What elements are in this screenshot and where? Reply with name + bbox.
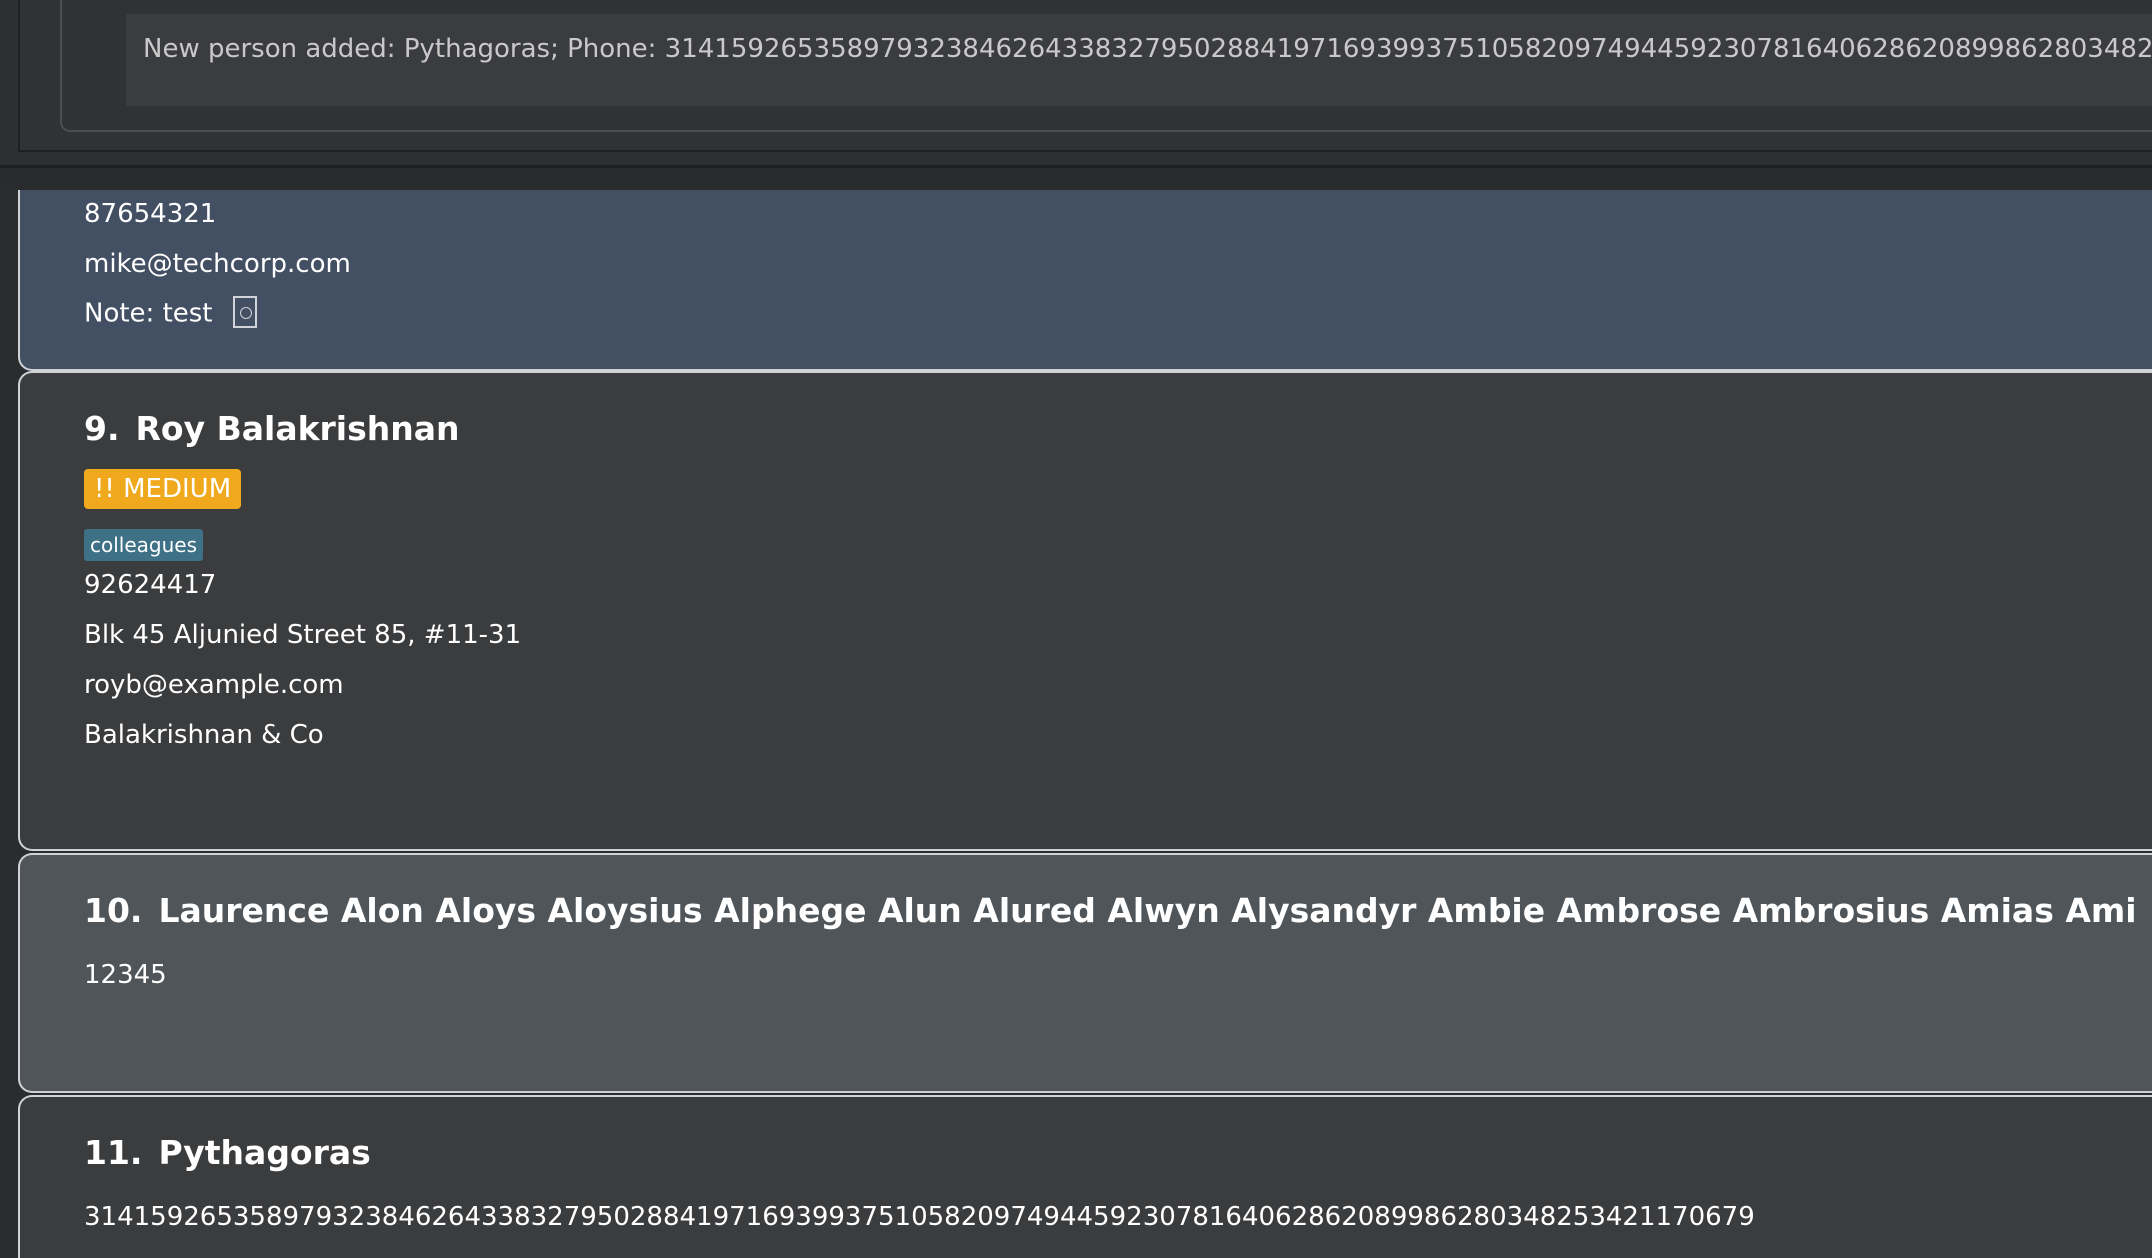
person-phone: 3141592653589793238462643383279502884197… <box>84 1202 1755 1232</box>
person-email: mike@techcorp.com <box>84 249 351 279</box>
person-phone: 92624417 <box>84 570 217 600</box>
priority-badge: !! MEDIUM <box>84 469 242 509</box>
split-divider[interactable] <box>0 168 2152 190</box>
person-name: Roy Balakrishnan <box>135 409 460 448</box>
person-list[interactable]: 87654321 mike@techcorp.com Note: test 9.… <box>0 190 2152 1258</box>
person-card-10[interactable]: 10. Laurence Alon Aloys Aloysius Alphege … <box>18 853 2152 1093</box>
tag-label: colleagues <box>84 529 204 561</box>
person-card-9[interactable]: 9. Roy Balakrishnan !! MEDIUM colleagues … <box>18 371 2152 851</box>
person-index: 11. <box>84 1133 143 1172</box>
person-phone: 87654321 <box>84 199 217 229</box>
note-icon[interactable] <box>232 296 257 328</box>
person-phone: 12345 <box>84 960 167 990</box>
person-card-8[interactable]: 87654321 mike@techcorp.com Note: test <box>18 190 2152 371</box>
result-display-frame: New person added: Pythagoras; Phone: 314… <box>60 0 2152 132</box>
result-display-container: New person added: Pythagoras; Phone: 314… <box>18 0 2152 152</box>
person-name-row: 9. Roy Balakrishnan <box>84 409 460 448</box>
person-name: Laurence Alon Aloys Aloysius Alphege Alu… <box>158 891 2134 930</box>
person-name: Pythagoras <box>158 1133 371 1172</box>
person-name-row: 11. Pythagoras <box>84 1133 371 1172</box>
person-name-row: 10. Laurence Alon Aloys Aloysius Alphege … <box>84 891 2134 930</box>
person-index: 10. <box>84 891 143 930</box>
person-index: 9. <box>84 409 120 448</box>
person-note-row: Note: test <box>84 296 257 330</box>
person-email: royb@example.com <box>84 670 344 700</box>
person-company: Balakrishnan & Co <box>84 720 324 750</box>
person-address: Blk 45 Aljunied Street 85, #11-31 <box>84 620 522 650</box>
person-card-11[interactable]: 11. Pythagoras 31415926535897932384626433… <box>18 1095 2152 1258</box>
person-note: Note: test <box>84 298 213 329</box>
result-panel: New person added: Pythagoras; Phone: 314… <box>0 0 2152 168</box>
result-display[interactable]: New person added: Pythagoras; Phone: 314… <box>126 14 2152 106</box>
